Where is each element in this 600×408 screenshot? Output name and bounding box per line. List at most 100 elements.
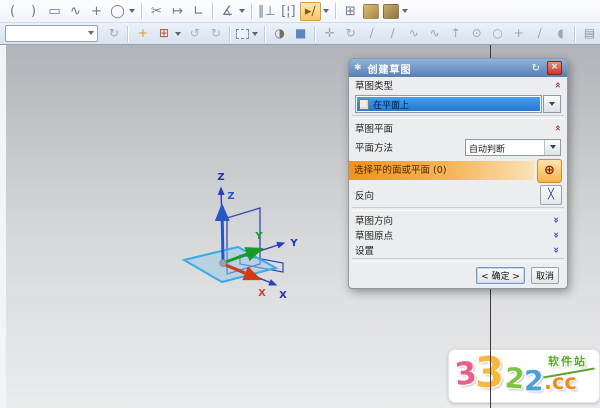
update-model-icon[interactable]: ↻ <box>104 25 123 42</box>
shaded-view-icon[interactable]: ◑ <box>270 25 289 42</box>
snap-spline-icon[interactable]: ∿ <box>425 25 444 42</box>
create-datum-icon[interactable]: ⊞ <box>154 25 173 42</box>
select-face-prompt[interactable]: 选择平的面或平面 (0) <box>349 161 534 180</box>
watermark-digit: 2 <box>504 361 526 395</box>
wcs-z-axis[interactable] <box>222 206 223 262</box>
exit-sketch-icon[interactable] <box>383 4 399 19</box>
studio-spline-icon[interactable]: ∿ <box>66 3 85 20</box>
expand-chevron-icon[interactable]: « <box>552 216 562 222</box>
snap-curve-icon[interactable]: ∿ <box>404 25 423 42</box>
x-wcs-label: X <box>258 288 266 299</box>
settings-label: 设置 <box>355 243 374 257</box>
rotate-ccw-icon[interactable]: ↺ <box>185 25 204 42</box>
auto-dimension-icon[interactable]: ▸∕ <box>300 2 321 21</box>
toolbar-separator <box>335 3 337 19</box>
on-plane-icon <box>359 99 369 110</box>
expand-chevron-icon[interactable]: « <box>552 231 562 237</box>
constraints-dropdown[interactable] <box>239 9 245 13</box>
toolbar-separator <box>264 26 266 42</box>
snap-quadrant-icon[interactable]: ○ <box>488 25 507 42</box>
point-tool-icon[interactable]: + <box>87 3 106 20</box>
sketch-type-row: 在平面上 <box>355 95 561 113</box>
watermark-site-label: 软件站 <box>548 353 587 369</box>
chevron-down-icon <box>550 145 556 149</box>
arc-tool-icon[interactable]: ( <box>3 3 22 20</box>
toolbar-separator <box>229 26 231 42</box>
sketch-plane-header[interactable]: 草图平面 « <box>349 120 567 136</box>
z-wcs-label: Z <box>227 191 234 202</box>
plane-method-combobox[interactable]: 自动判断 <box>465 139 561 156</box>
y-datum-label: Y <box>289 238 298 249</box>
snap-point-icon[interactable]: + <box>133 25 152 42</box>
snap-center-icon[interactable]: ⊙ <box>467 25 486 42</box>
fillet-tool-icon[interactable]: ) <box>24 3 43 20</box>
toolbar-separator <box>141 3 143 19</box>
snap-pole-icon[interactable]: ↑ <box>446 25 465 42</box>
settings-section[interactable]: 设置 « <box>349 242 567 257</box>
sketch-orientation-label: 草图方向 <box>355 213 393 227</box>
dimension-icon[interactable]: [¦] <box>279 3 298 20</box>
reverse-direction-row: 反向 ╳ <box>349 183 567 206</box>
auto-dimension-dropdown[interactable] <box>323 9 329 13</box>
selection-filter-icon[interactable] <box>236 29 249 39</box>
cancel-button[interactable]: 取消 <box>531 267 559 284</box>
layers-icon[interactable]: ▤ <box>580 25 599 42</box>
snap-intersection-icon[interactable]: + <box>509 25 528 42</box>
sketch-type-selected[interactable]: 在平面上 <box>357 97 540 111</box>
orient-view-icon[interactable]: ■ <box>291 25 310 42</box>
reset-icon[interactable]: ↻ <box>532 63 540 74</box>
plane-method-value: 自动判断 <box>466 140 544 155</box>
sketch-type-dropdown-button[interactable] <box>543 95 561 113</box>
reverse-direction-button[interactable]: ╳ <box>540 185 562 205</box>
rotate-view-icon[interactable]: ↻ <box>341 25 360 42</box>
snap-existing-icon[interactable]: ∕ <box>530 25 549 42</box>
ellipse-tool-icon[interactable]: ◯ <box>108 3 127 20</box>
toolbar-separator <box>314 26 316 42</box>
plane-method-dropdown-button[interactable] <box>544 140 560 155</box>
sketch-type-header[interactable]: 草图类型 « <box>349 77 567 93</box>
finish-sketch-icon[interactable] <box>363 4 379 19</box>
selection-toolbar: ↻+⊞↺↻◑■✛↻∕∕∿∿↑⊙○+∕◖▤ <box>0 23 600 45</box>
snap-endpoint-icon[interactable]: ∕ <box>362 25 381 42</box>
rotate-cw-icon[interactable]: ↻ <box>206 25 225 42</box>
combo-arrow-icon[interactable] <box>88 31 94 35</box>
sketch-type-combobox[interactable]: 在平面上 <box>355 95 542 113</box>
sketch-name-combobox[interactable] <box>5 25 98 42</box>
highlighted-datum-plane-xy[interactable] <box>184 247 276 282</box>
constraints-icon[interactable]: ∡ <box>218 3 237 20</box>
dialog-titlebar[interactable]: ✱ 创建草图 ↻ × <box>349 59 567 77</box>
toolbar-separator <box>574 26 576 42</box>
geometric-constraints-icon[interactable]: ∥⊥ <box>257 3 277 20</box>
sketch-plane-label: 草图平面 <box>355 121 393 135</box>
origin-ball[interactable] <box>220 260 227 267</box>
datum-csys-triad[interactable]: Z Z Y Y X X <box>158 166 308 306</box>
ok-button[interactable]: < 确定 > <box>476 267 525 284</box>
snap-midpoint-icon[interactable]: ∕ <box>383 25 402 42</box>
sketch-orientation-section[interactable]: 草图方向 « <box>349 212 567 227</box>
pan-view-icon[interactable]: ✛ <box>320 25 339 42</box>
plane-method-label: 平面方法 <box>355 140 393 154</box>
quick-extend-icon[interactable]: ↦ <box>168 3 187 20</box>
rectangle-tool-icon[interactable]: ▭ <box>45 3 64 20</box>
dialog-options-icon[interactable]: ✱ <box>354 63 362 73</box>
ellipse-dropdown[interactable] <box>129 9 135 13</box>
sketch-origin-section[interactable]: 草图原点 « <box>349 227 567 242</box>
collapse-chevron-icon[interactable]: « <box>552 125 562 131</box>
selection-filter-dropdown[interactable] <box>252 32 258 36</box>
expand-chevron-icon[interactable]: « <box>552 246 562 252</box>
sketch-group-dropdown[interactable] <box>402 9 408 13</box>
offset-curve-icon[interactable]: ⊞ <box>341 3 360 20</box>
make-corner-icon[interactable]: ∟ <box>189 3 208 20</box>
quick-trim-icon[interactable]: ✂ <box>147 3 166 20</box>
dialog-resize-grip[interactable] <box>422 288 494 289</box>
toolbar-separator <box>212 3 214 19</box>
toolbar-separator <box>127 26 129 42</box>
snap-face-icon[interactable]: ◖ <box>551 25 570 42</box>
datum-dropdown[interactable] <box>175 32 181 36</box>
sketch-toolbar: ()▭∿+◯ ✂↦∟ ∡ ∥⊥[¦]▸∕ ⊞ <box>0 0 600 23</box>
select-face-button[interactable]: ⊕ <box>537 159 562 183</box>
divider <box>352 258 564 262</box>
collapse-chevron-icon[interactable]: « <box>552 82 562 88</box>
x-datum-label: X <box>279 290 287 301</box>
close-button[interactable]: × <box>547 61 562 75</box>
